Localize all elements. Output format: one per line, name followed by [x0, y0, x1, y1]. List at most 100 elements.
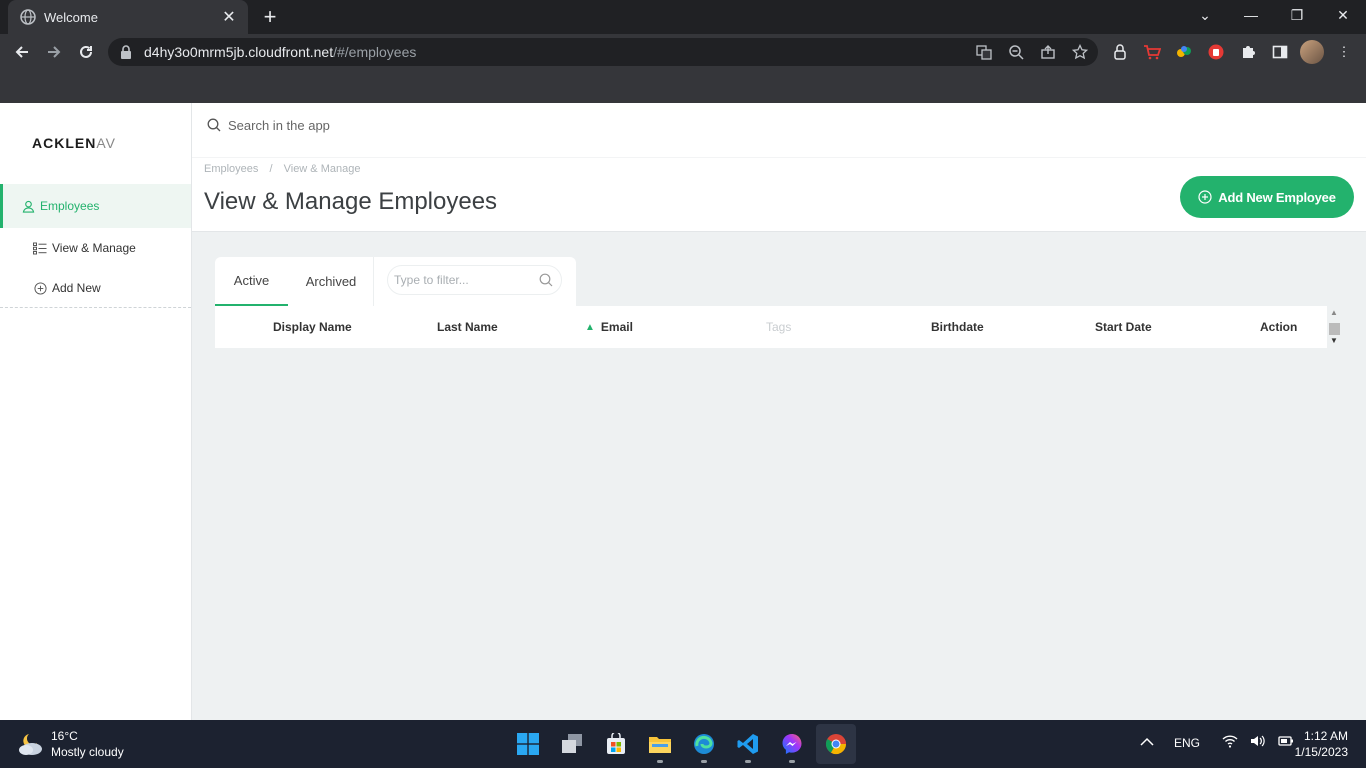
- table-scrollbar[interactable]: ▲ ▼: [1328, 308, 1340, 346]
- breadcrumb-employees[interactable]: Employees: [204, 163, 258, 175]
- clock-time: 1:12 AM: [1303, 729, 1348, 743]
- sidebar: ACKLENAV Employees View & Manage Add New: [0, 103, 192, 720]
- search-icon: [206, 117, 222, 133]
- volume-icon[interactable]: [1250, 734, 1266, 751]
- tab-divider: [373, 257, 374, 306]
- star-icon[interactable]: [1070, 42, 1090, 62]
- restore-button[interactable]: ❐: [1274, 0, 1320, 30]
- window-controls: ⌄ — ❐ ✕: [1182, 0, 1366, 30]
- employees-table-header: Display Name Last Name ▲ Email Tags Birt…: [215, 306, 1327, 348]
- task-view-icon[interactable]: [552, 724, 592, 764]
- page-title: View & Manage Employees: [204, 188, 498, 215]
- zoom-out-icon[interactable]: [1006, 42, 1026, 62]
- filter-placeholder: Type to filter...: [394, 273, 469, 287]
- scroll-down-icon[interactable]: ▼: [1330, 336, 1338, 345]
- column-last-name[interactable]: Last Name: [437, 306, 498, 348]
- scroll-up-icon[interactable]: ▲: [1330, 308, 1338, 317]
- tab-active[interactable]: Active: [215, 257, 288, 306]
- edge-browser-icon[interactable]: [684, 724, 724, 764]
- chevron-up-icon[interactable]: [1140, 736, 1154, 750]
- column-email-label: Email: [600, 320, 633, 334]
- wifi-icon[interactable]: [1222, 734, 1238, 751]
- sort-ascending-icon: ▲: [585, 321, 595, 333]
- app-page: ACKLENAV Employees View & Manage Add New: [0, 103, 1366, 720]
- clock-date: 1/15/2023: [1294, 745, 1348, 759]
- adblock-extension-icon[interactable]: [1204, 40, 1228, 64]
- search-icon[interactable]: [539, 273, 553, 287]
- add-new-employee-button[interactable]: Add New Employee: [1180, 176, 1354, 218]
- sidebar-item-label: Employees: [40, 199, 100, 213]
- url-host: d4hy3o0mrm5jb.cloudfront.net: [144, 44, 334, 60]
- column-email[interactable]: ▲ Email: [585, 306, 633, 348]
- app-search[interactable]: Search in the app: [206, 117, 330, 133]
- sidebar-item-view-manage[interactable]: View & Manage: [0, 236, 191, 260]
- messenger-icon[interactable]: [772, 724, 812, 764]
- close-tab-icon[interactable]: ✕: [220, 8, 238, 26]
- breadcrumb-separator: /: [269, 163, 273, 175]
- sidebar-item-employees[interactable]: Employees: [0, 184, 191, 228]
- translate-icon[interactable]: [974, 42, 994, 62]
- url-path: /#/employees: [333, 44, 417, 60]
- cart-extension-icon[interactable]: [1140, 40, 1164, 64]
- sidebar-item-label: View & Manage: [52, 241, 136, 255]
- share-icon[interactable]: [1038, 42, 1058, 62]
- browser-toolbar: d4hy3o0mrm5jb.cloudfront.net /#/employee…: [0, 34, 1366, 70]
- forward-button[interactable]: [38, 36, 70, 68]
- tab-title: Welcome: [44, 9, 98, 25]
- start-button[interactable]: [508, 724, 548, 764]
- windows-taskbar: 16°C Mostly cloudy ENG 1:12 AM 1/15/2023: [0, 720, 1366, 768]
- reload-button[interactable]: [70, 36, 102, 68]
- file-explorer-icon[interactable]: [640, 724, 680, 764]
- app-logo[interactable]: ACKLENAV: [32, 135, 116, 151]
- tab-archived[interactable]: Archived: [295, 257, 367, 306]
- search-input[interactable]: Search in the app: [228, 118, 330, 133]
- breadcrumb: Employees / View & Manage: [204, 163, 360, 175]
- microsoft-store-icon[interactable]: [596, 724, 636, 764]
- more-menu-icon[interactable]: ⋮: [1332, 40, 1356, 64]
- bookmark-bar: [0, 70, 1366, 103]
- weather-widget[interactable]: 16°C Mostly cloudy: [16, 728, 124, 760]
- chrome-icon[interactable]: [816, 724, 856, 764]
- column-display-name[interactable]: Display Name: [273, 306, 352, 348]
- sidebar-divider: [0, 307, 191, 308]
- page-header: Search in the app Employees / View & Man…: [192, 103, 1366, 232]
- colorful-extension-icon[interactable]: [1172, 40, 1196, 64]
- address-bar[interactable]: d4hy3o0mrm5jb.cloudfront.net /#/employee…: [108, 38, 1098, 66]
- column-birthdate[interactable]: Birthdate: [931, 306, 984, 348]
- puzzle-icon[interactable]: [1236, 40, 1260, 64]
- extension-lock-icon[interactable]: [1108, 40, 1132, 64]
- taskbar-apps: [508, 724, 856, 764]
- list-icon: [33, 241, 47, 255]
- filter-input[interactable]: Type to filter...: [387, 265, 562, 295]
- back-button[interactable]: [6, 36, 38, 68]
- header-divider: [192, 157, 1366, 158]
- scroll-thumb[interactable]: [1329, 323, 1340, 335]
- language-indicator[interactable]: ENG: [1174, 736, 1200, 750]
- chevron-down-icon[interactable]: ⌄: [1182, 0, 1228, 30]
- column-action: Action: [1260, 320, 1298, 334]
- column-tags: Tags: [766, 320, 792, 334]
- sidebar-item-label: Add New: [52, 281, 101, 295]
- cloudy-moon-icon: [16, 730, 44, 758]
- weather-temperature: 16°C: [51, 729, 78, 743]
- system-clock[interactable]: 1:12 AM 1/15/2023: [1292, 728, 1348, 760]
- minimize-button[interactable]: —: [1228, 0, 1274, 30]
- column-start-date[interactable]: Start Date: [1095, 306, 1152, 348]
- browser-tab-strip: Welcome ✕ + ⌄ — ❐ ✕: [0, 0, 1366, 34]
- system-tray: ENG: [1140, 734, 1294, 751]
- globe-icon: [20, 9, 36, 25]
- add-new-employee-label: Add New Employee: [1218, 189, 1336, 205]
- user-icon: [21, 199, 35, 213]
- extensions-area: ⋮: [1108, 40, 1356, 64]
- plus-circle-icon: [33, 281, 47, 295]
- side-panel-icon[interactable]: [1268, 40, 1292, 64]
- lock-icon[interactable]: [118, 44, 134, 60]
- close-window-button[interactable]: ✕: [1320, 0, 1366, 30]
- browser-tab[interactable]: Welcome ✕: [8, 0, 248, 34]
- profile-avatar[interactable]: [1300, 40, 1324, 64]
- weather-condition: Mostly cloudy: [51, 745, 124, 759]
- new-tab-button[interactable]: +: [258, 5, 282, 29]
- sidebar-item-add-new[interactable]: Add New: [0, 276, 191, 300]
- vscode-icon[interactable]: [728, 724, 768, 764]
- plus-circle-icon: [1198, 190, 1212, 204]
